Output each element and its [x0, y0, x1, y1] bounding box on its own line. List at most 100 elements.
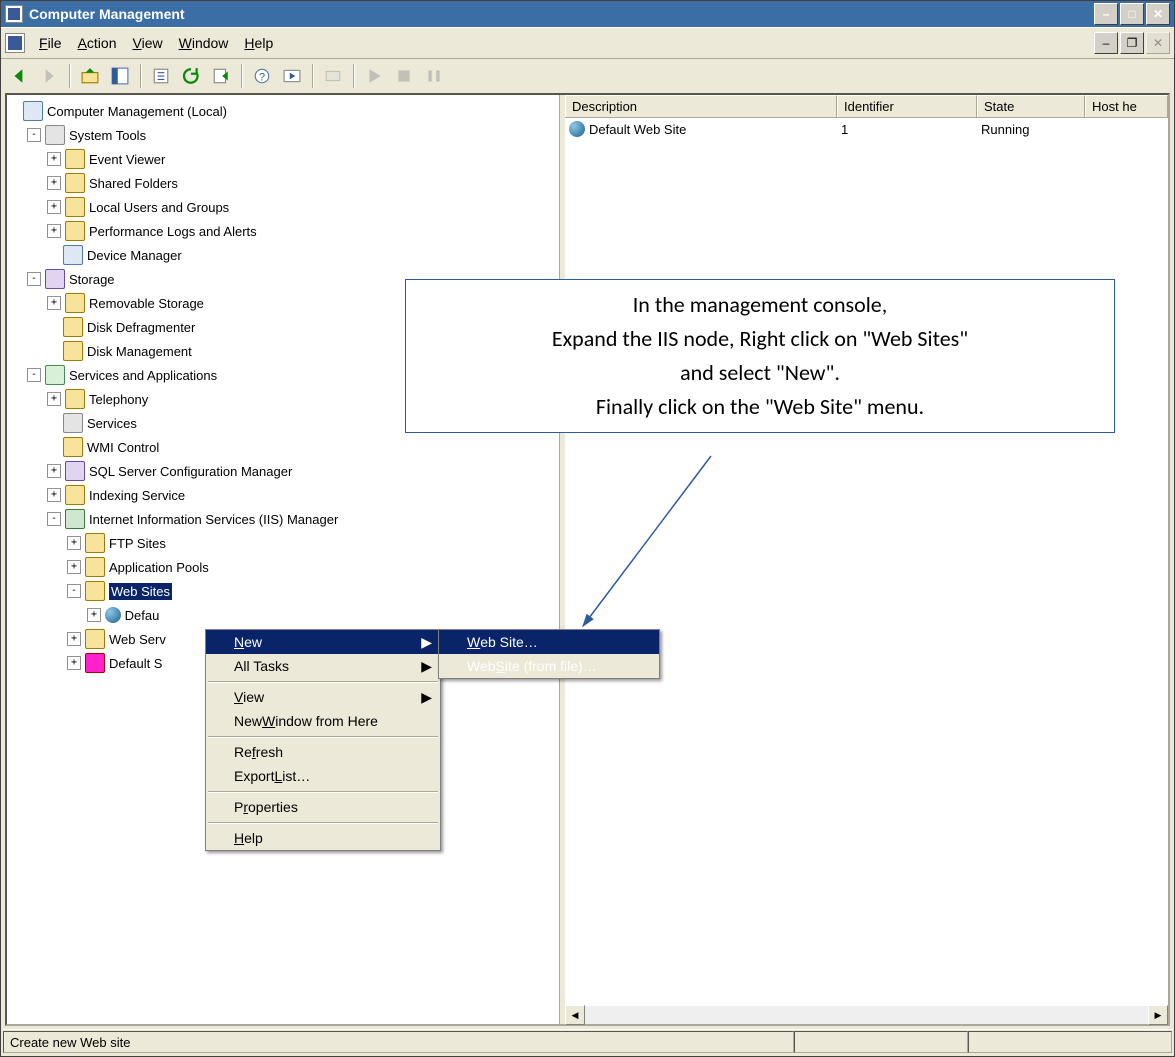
expand-icon[interactable]: +: [47, 200, 61, 214]
smtp-icon: [85, 653, 105, 673]
expand-icon[interactable]: +: [47, 296, 61, 310]
stop-button: [390, 62, 418, 90]
back-button[interactable]: [5, 62, 33, 90]
ctx-help[interactable]: Help: [206, 826, 440, 850]
menu-action[interactable]: Action: [70, 33, 125, 53]
status-bar: Create new Web site: [3, 1029, 1172, 1054]
collapse-icon[interactable]: -: [27, 272, 41, 286]
collapse-icon[interactable]: -: [27, 128, 41, 142]
tree-sql-config[interactable]: +SQL Server Configuration Manager: [7, 459, 559, 483]
tree-default-web-site[interactable]: + Defau: [7, 603, 559, 627]
column-host-header[interactable]: Host he: [1085, 95, 1168, 117]
expand-icon[interactable]: +: [67, 560, 81, 574]
scroll-left-button[interactable]: ◀: [565, 1005, 585, 1025]
gear-icon: [63, 413, 83, 433]
context-menu[interactable]: New▶ Web Site… Web Site (from file)… All…: [205, 629, 441, 851]
list-header: Description Identifier State Host he: [565, 95, 1168, 118]
sub-web-site[interactable]: Web Site…: [439, 630, 659, 654]
annotation-callout: In the management console, Expand the II…: [405, 279, 1115, 433]
maximize-button[interactable]: □: [1120, 3, 1144, 25]
menu-file[interactable]: File: [31, 33, 70, 53]
submenu-new[interactable]: Web Site… Web Site (from file)…: [438, 629, 660, 679]
help-button[interactable]: ?: [248, 62, 276, 90]
up-button[interactable]: [76, 62, 104, 90]
column-identifier[interactable]: Identifier: [837, 95, 977, 117]
ctx-new-window[interactable]: New Window from Here: [206, 709, 440, 733]
minimize-button[interactable]: –: [1094, 3, 1118, 25]
scroll-right-button[interactable]: ▶: [1148, 1005, 1168, 1025]
start-button: [360, 62, 388, 90]
folder-icon: [85, 629, 105, 649]
tree-performance-logs[interactable]: +Performance Logs and Alerts: [7, 219, 559, 243]
submenu-arrow-icon: ▶: [421, 658, 432, 675]
mdi-minimize-button[interactable]: –: [1094, 32, 1118, 54]
iis-icon: [65, 509, 85, 529]
ctx-new[interactable]: New▶ Web Site… Web Site (from file)…: [206, 630, 440, 654]
tree-iis[interactable]: -Internet Information Services (IIS) Man…: [7, 507, 559, 531]
tree-event-viewer[interactable]: +Event Viewer: [7, 147, 559, 171]
mdi-app-icon: [5, 33, 25, 53]
expand-icon[interactable]: +: [47, 224, 61, 238]
sub-web-site-from-file[interactable]: Web Site (from file)…: [439, 654, 659, 678]
collapse-icon[interactable]: -: [67, 584, 81, 598]
ctx-properties[interactable]: Properties: [206, 795, 440, 819]
ctx-all-tasks[interactable]: All Tasks▶: [206, 654, 440, 678]
show-hide-tree-button[interactable]: [106, 62, 134, 90]
menu-view[interactable]: View: [125, 33, 171, 53]
connect-button: [319, 62, 347, 90]
expand-icon[interactable]: +: [47, 464, 61, 478]
toolbar: ?: [1, 58, 1174, 93]
tree-system-tools[interactable]: -System Tools: [7, 123, 559, 147]
list-row[interactable]: Default Web Site 1 Running: [565, 118, 1168, 140]
expand-icon[interactable]: +: [47, 176, 61, 190]
expand-icon[interactable]: +: [47, 392, 61, 406]
properties-button[interactable]: [147, 62, 175, 90]
tree-app-pools[interactable]: +Application Pools: [7, 555, 559, 579]
removable-icon: [65, 293, 85, 313]
diskmgmt-icon: [63, 341, 83, 361]
tree-shared-folders[interactable]: +Shared Folders: [7, 171, 559, 195]
tools-icon: [45, 125, 65, 145]
tree-wmi[interactable]: WMI Control: [7, 435, 559, 459]
perf-icon: [65, 221, 85, 241]
ctx-export[interactable]: Export List…: [206, 764, 440, 788]
tree-local-users[interactable]: +Local Users and Groups: [7, 195, 559, 219]
menu-window[interactable]: Window: [171, 33, 237, 53]
collapse-icon[interactable]: -: [27, 368, 41, 382]
expand-icon[interactable]: +: [67, 656, 81, 670]
tree-pane[interactable]: Computer Management (Local) -System Tool…: [7, 95, 559, 1024]
tree-root[interactable]: Computer Management (Local): [7, 99, 559, 123]
ctx-view[interactable]: View▶: [206, 685, 440, 709]
menu-help[interactable]: Help: [236, 33, 281, 53]
refresh-button[interactable]: [177, 62, 205, 90]
expand-icon[interactable]: +: [47, 488, 61, 502]
tree-web-sites[interactable]: -Web Sites: [7, 579, 559, 603]
submenu-arrow-icon: ▶: [421, 689, 432, 706]
event-viewer-icon: [65, 149, 85, 169]
ctx-refresh[interactable]: Refresh: [206, 740, 440, 764]
horizontal-scrollbar[interactable]: ◀ ▶: [565, 1006, 1168, 1024]
tree-indexing[interactable]: +Indexing Service: [7, 483, 559, 507]
expand-icon[interactable]: +: [67, 632, 81, 646]
tree-ftp-sites[interactable]: +FTP Sites: [7, 531, 559, 555]
column-description[interactable]: Description: [565, 95, 837, 117]
column-state[interactable]: State: [977, 95, 1085, 117]
expand-icon[interactable]: +: [47, 152, 61, 166]
globe-icon: [569, 121, 585, 137]
folder-icon: [65, 173, 85, 193]
tree-device-manager[interactable]: Device Manager: [7, 243, 559, 267]
close-button[interactable]: ✕: [1146, 3, 1170, 25]
window-title: Computer Management: [29, 6, 185, 22]
index-icon: [65, 485, 85, 505]
list-pane[interactable]: Description Identifier State Host he Def…: [565, 95, 1168, 1024]
svg-text:?: ?: [259, 72, 265, 84]
expand-icon[interactable]: +: [87, 608, 101, 622]
defrag-icon: [63, 317, 83, 337]
action-button[interactable]: [278, 62, 306, 90]
collapse-icon[interactable]: -: [47, 512, 61, 526]
computer-icon: [23, 101, 43, 121]
title-bar: Computer Management – □ ✕: [1, 1, 1174, 27]
expand-icon[interactable]: +: [67, 536, 81, 550]
mdi-restore-button[interactable]: ❐: [1120, 32, 1144, 54]
export-button[interactable]: [207, 62, 235, 90]
